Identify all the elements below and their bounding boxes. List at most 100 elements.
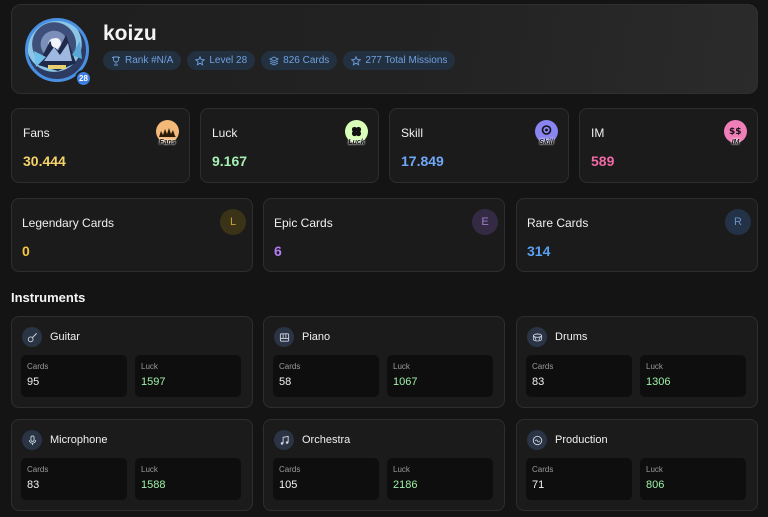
cards-value: 95 — [27, 376, 40, 388]
rarity-card-rare: Rare Cards 314 R — [516, 198, 758, 272]
luck-box: Luck 1306 — [640, 355, 746, 397]
cards-value: 71 — [532, 479, 545, 491]
rarity-label: Legendary Cards — [22, 216, 115, 230]
piano-icon — [274, 327, 294, 347]
cards-box: Cards 58 — [273, 355, 379, 397]
cards-box: Cards 83 — [526, 355, 632, 397]
instrument-card-microphone[interactable]: Microphone Cards 83 Luck 1588 — [11, 419, 253, 511]
luck-label: Luck — [393, 362, 410, 371]
luck-box: Luck 806 — [640, 458, 746, 500]
stat-card-luck: Luck 9.167 Luck — [200, 108, 379, 183]
luck-value: 2186 — [393, 479, 418, 491]
luck-label: Luck — [141, 362, 158, 371]
stat-value: 9.167 — [212, 153, 248, 169]
instrument-card-drums[interactable]: Drums Cards 83 Luck 1306 — [516, 316, 758, 408]
legendary-letter-icon: L — [220, 209, 246, 235]
rank-chip: Rank #N/A — [103, 51, 182, 70]
stat-label: Fans — [23, 126, 50, 140]
instrument-card-guitar[interactable]: Guitar Cards 95 Luck 1597 — [11, 316, 253, 408]
luck-value: 1597 — [141, 376, 166, 388]
stat-value: 30.444 — [23, 153, 66, 169]
cards-box: Cards 105 — [273, 458, 379, 500]
star-icon — [351, 55, 362, 66]
layers-icon — [269, 55, 280, 66]
stat-label: IM — [591, 126, 605, 140]
cards-label: Cards — [27, 362, 49, 371]
music-note-icon — [274, 430, 294, 450]
trophy-icon — [112, 56, 120, 65]
stat-icon-caption: Luck — [348, 139, 365, 146]
username: koizu — [103, 22, 157, 45]
cards-label: Cards — [279, 465, 301, 474]
cards-box: Cards 71 — [526, 458, 632, 500]
cards-label: Cards — [279, 362, 301, 371]
luck-value: 806 — [646, 479, 665, 491]
profile-chips: Rank #N/A Level 28 826 Cards 277 Total M… — [103, 51, 456, 70]
rarity-card-epic: Epic Cards 6 E — [263, 198, 505, 272]
cards-value: 83 — [532, 376, 545, 388]
rarity-value: 314 — [527, 243, 551, 259]
stat-card-skill: Skill 17.849 Skill — [389, 108, 569, 183]
rarity-label: Rare Cards — [527, 216, 589, 230]
stat-icon-caption: IM — [731, 139, 740, 146]
instruments-title: Instruments — [11, 290, 86, 305]
missions-chip-label: 277 Total Missions — [365, 55, 448, 66]
level-chip: Level 28 — [187, 51, 256, 70]
instrument-name: Drums — [555, 331, 588, 343]
microphone-icon — [22, 430, 42, 450]
instrument-card-production[interactable]: Production Cards 71 Luck 806 — [516, 419, 758, 511]
luck-box: Luck 2186 — [387, 458, 493, 500]
fans-icon: Fans — [156, 120, 179, 146]
star-icon — [195, 55, 206, 66]
luck-box: Luck 1597 — [135, 355, 241, 397]
instrument-name: Microphone — [50, 434, 108, 446]
rare-letter-icon: R — [725, 209, 751, 235]
disc-icon — [527, 430, 547, 450]
epic-letter-icon: E — [472, 209, 498, 235]
luck-label: Luck — [393, 465, 410, 474]
instrument-name: Piano — [302, 331, 331, 343]
cards-value: 58 — [279, 376, 292, 388]
stat-label: Luck — [212, 126, 238, 140]
luck-label: Luck — [141, 465, 158, 474]
stat-value: 17.849 — [401, 153, 444, 169]
luck-box: Luck 1588 — [135, 458, 241, 500]
missions-chip: 277 Total Missions — [343, 51, 456, 70]
luck-value: 1306 — [646, 376, 671, 388]
svg-text:$$: $$ — [729, 127, 742, 137]
skill-icon: Skill — [535, 120, 558, 146]
luck-value: 1588 — [141, 479, 166, 491]
drum-icon — [527, 327, 547, 347]
cards-value: 105 — [279, 479, 298, 491]
stat-icon-caption: Fans — [159, 139, 176, 146]
cards-label: Cards — [532, 465, 554, 474]
cards-label: Cards — [27, 465, 49, 474]
luck-label: Luck — [646, 465, 663, 474]
cards-box: Cards 83 — [21, 458, 127, 500]
luck-box: Luck 1067 — [387, 355, 493, 397]
cards-label: Cards — [532, 362, 554, 371]
stat-value: 589 — [591, 153, 615, 169]
cards-box: Cards 95 — [21, 355, 127, 397]
instrument-name: Guitar — [50, 331, 80, 343]
stat-card-im: IM 589 $$ IM — [579, 108, 758, 183]
guitar-icon — [22, 327, 42, 347]
stat-card-fans: Fans 30.444 Fans — [11, 108, 190, 183]
instrument-card-orchestra[interactable]: Orchestra Cards 105 Luck 2186 — [263, 419, 505, 511]
cards-chip: 826 Cards — [261, 51, 338, 70]
instrument-name: Orchestra — [302, 434, 351, 446]
avatar[interactable]: 28 — [25, 18, 92, 87]
level-badge: 28 — [75, 70, 92, 87]
luck-label: Luck — [646, 362, 663, 371]
cards-value: 83 — [27, 479, 40, 491]
clover-icon: Luck — [345, 120, 368, 146]
im-icon: $$ IM — [724, 120, 747, 146]
cards-chip-label: 826 Cards — [283, 55, 330, 66]
rank-chip-label: Rank #N/A — [125, 55, 174, 66]
avatar-art-icon — [34, 35, 82, 71]
instrument-name: Production — [555, 434, 608, 446]
instrument-card-piano[interactable]: Piano Cards 58 Luck 1067 — [263, 316, 505, 408]
profile-page: 28 koizu Rank #N/A Level 28 826 Cards 27… — [0, 0, 768, 517]
stat-label: Skill — [401, 126, 424, 140]
rarity-value: 6 — [274, 243, 282, 259]
